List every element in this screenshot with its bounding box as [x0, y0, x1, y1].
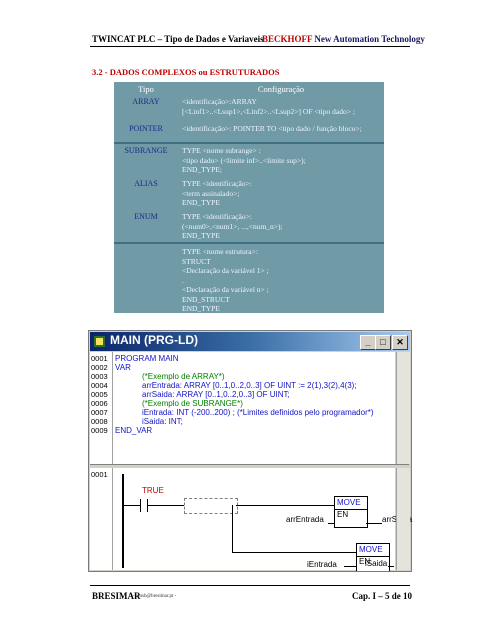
- row-config-alias: TYPE <identificação>: <term assinalado>;…: [182, 179, 252, 208]
- move2-output: iSaida: [365, 559, 388, 568]
- config-line: <Declaração da variável n> ;: [182, 285, 269, 294]
- config-line: <identificação>: POINTER TO <tipo dado /…: [182, 124, 362, 133]
- row-config-enum: TYPE <identificação>: (<num0>,<num1>, ..…: [182, 212, 283, 241]
- pin-wire: [388, 566, 394, 567]
- config-line: STRUCT: [182, 256, 211, 266]
- code-line: iEntrada: INT (-200..200) ; (*Limites de…: [142, 408, 374, 417]
- line-number: 0001: [91, 354, 108, 363]
- code-line: VAR: [115, 363, 131, 372]
- config-line: END_STRUCT: [182, 294, 230, 304]
- power-rail: [122, 474, 124, 568]
- line-number: 0008: [91, 417, 108, 426]
- declaration-editor[interactable]: 0001 0002 0003 0004 0005 0006 0007 0008 …: [90, 352, 395, 464]
- config-line: TYPE <nome subrange> :: [182, 146, 261, 155]
- config-line: <identificação>:ARRAY: [182, 97, 257, 106]
- table-separator: [114, 242, 384, 244]
- header-divider: [90, 46, 410, 47]
- move2-input: iEntrada: [307, 560, 337, 569]
- page-header-title: TWINCAT PLC – Tipo de Dados e Variaveis: [92, 34, 264, 44]
- contact-bar: [140, 499, 141, 512]
- footer-email: - amsb@bresimar.pt -: [133, 594, 177, 599]
- row-type-subrange: SUBRANGE: [124, 146, 168, 155]
- row-type-alias: ALIAS: [134, 179, 158, 188]
- config-line: TYPE <nome estrutura>:: [182, 247, 258, 256]
- code-line: arrSaida: ARRAY [0..1,0..2,0..3] OF UINT…: [142, 390, 290, 399]
- minimize-button[interactable]: _: [360, 335, 376, 350]
- config-line: <tipo dado> (<limite inf>..<limite sup>)…: [182, 155, 306, 165]
- maximize-button[interactable]: □: [375, 335, 391, 350]
- line-number: 0006: [91, 399, 108, 408]
- pin-wire: [366, 523, 382, 524]
- program-icon: [94, 336, 105, 347]
- row-type-array: ARRAY: [132, 97, 160, 106]
- close-button[interactable]: ✕: [392, 335, 408, 350]
- table-separator: [114, 142, 384, 144]
- line-number: 0004: [91, 381, 108, 390]
- config-line: <Declaração da variável 1> ;: [182, 266, 269, 275]
- line-number: 0007: [91, 408, 108, 417]
- row-config-pointer: <identificação>: POINTER TO <tipo dado /…: [182, 124, 362, 134]
- brand-tagline: New Automation Technology: [312, 34, 425, 44]
- code-comment: (*Exemplo de SUBRANGE*): [142, 399, 243, 408]
- contact-label: TRUE: [142, 486, 164, 495]
- en-pin: EN: [337, 510, 349, 519]
- line-number-gutter: 0001 0002 0003 0004 0005 0006 0007 0008 …: [90, 352, 113, 464]
- window-titlebar[interactable]: MAIN (PRG-LD) _ □ ✕: [90, 332, 410, 351]
- footer-page-number: Cap. I – 5 de 10: [352, 591, 413, 601]
- network-number: 0001: [91, 470, 108, 479]
- row-config-subrange: TYPE <nome subrange> : <tipo dado> (<lim…: [182, 146, 306, 175]
- branch-wire: [232, 505, 233, 552]
- line-number: 0002: [91, 363, 108, 372]
- ladder-editor[interactable]: 0001 TRUE MOVE EN arrEntrada arrSaida MO…: [90, 468, 412, 571]
- ladder-scrollbar[interactable]: [396, 468, 410, 570]
- config-line: .: [182, 275, 184, 285]
- code-line: iSaida: INT;: [142, 417, 183, 426]
- row-type-enum: ENUM: [134, 212, 158, 221]
- config-line: (<num0>,<num1>, ...,<num_n>);: [182, 221, 283, 231]
- config-line: END_TYPE;: [182, 165, 222, 174]
- config-line: END_TYPE: [182, 198, 220, 207]
- network-gutter: 0001: [90, 468, 113, 570]
- selection-marker: [184, 498, 238, 514]
- declaration-scrollbar[interactable]: [396, 352, 410, 464]
- line-number: 0005: [91, 390, 108, 399]
- rung-wire: [148, 505, 184, 506]
- config-line: END_TYPE: [182, 304, 220, 313]
- block-name: MOVE: [337, 498, 361, 507]
- config-line: [<Linf1>..<Lsup1>,<Linf2>..<Lsup2>] OF <…: [182, 106, 355, 116]
- row-config-struct: TYPE <nome estrutura>: STRUCT <Declaraçã…: [182, 247, 269, 314]
- code-line: END_VAR: [115, 426, 153, 435]
- brand-name: BECKHOFF: [262, 34, 313, 44]
- table-header-config: Configuração: [257, 84, 305, 94]
- page-header-brand: BECKHOFF New Automation Technology: [262, 34, 425, 44]
- code-line: PROGRAM MAIN: [115, 354, 179, 363]
- row-type-pointer: POINTER: [129, 124, 163, 133]
- config-line: TYPE <identificação>:: [182, 179, 252, 188]
- line-number: 0009: [91, 426, 108, 435]
- types-table: Tipo Configuração ARRAY <identificação>:…: [114, 82, 384, 263]
- config-line: <term assinalado>;: [182, 188, 240, 198]
- move-block-1[interactable]: MOVE EN: [334, 496, 368, 528]
- editor-window: MAIN (PRG-LD) _ □ ✕ 0001 0002 0003 0004 …: [88, 330, 412, 572]
- pin-wire: [328, 523, 334, 524]
- section-title: 3.2 - DADOS COMPLEXOS ou ESTRUTURADOS: [92, 67, 280, 77]
- config-line: END_TYPE: [182, 231, 220, 240]
- block-name: MOVE: [359, 545, 383, 554]
- row-config-array: <identificação>:ARRAY [<Linf1>..<Lsup1>,…: [182, 97, 355, 116]
- move1-input: arrEntrada: [286, 515, 324, 524]
- table-header-type: Tipo: [138, 84, 154, 94]
- code-comment: (*Exemplo de ARRAY*): [142, 372, 225, 381]
- rung-wire: [236, 505, 334, 506]
- rung-wire: [124, 505, 140, 506]
- footer-divider: [90, 585, 410, 586]
- line-number: 0003: [91, 372, 108, 381]
- config-line: TYPE <identificação>:: [182, 212, 252, 221]
- rung-wire: [232, 552, 356, 553]
- code-line: arrEntrada: ARRAY [0..1,0..2,0..3] OF UI…: [142, 381, 357, 390]
- pin-wire: [344, 566, 356, 567]
- window-title: MAIN (PRG-LD): [110, 333, 198, 347]
